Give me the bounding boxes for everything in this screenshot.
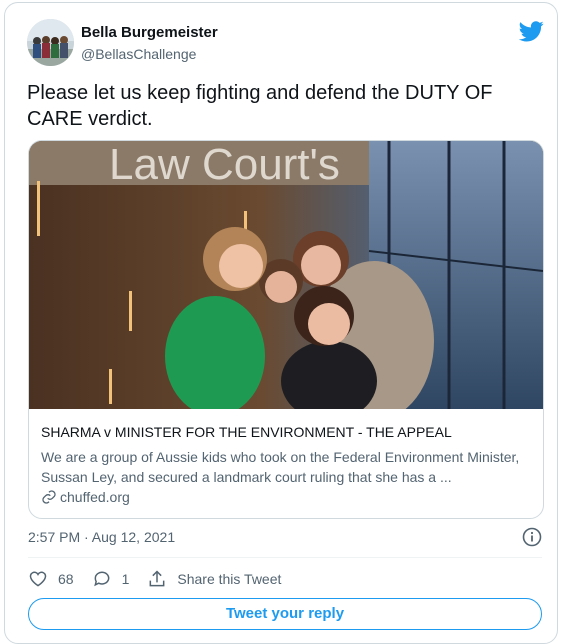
link-domain-text: chuffed.org (60, 489, 130, 505)
tweet-card: Bella Burgemeister @BellasChallenge Plea… (4, 2, 558, 644)
avatar[interactable] (27, 19, 74, 66)
link-preview-card[interactable]: Law Court's SHARMA v MINISTER FOR THE EN… (28, 140, 544, 519)
link-icon (42, 490, 56, 504)
link-title[interactable]: SHARMA v MINISTER FOR THE ENVIRONMENT - … (41, 424, 533, 440)
author-name[interactable]: Bella Burgemeister (81, 24, 218, 41)
share-icon (149, 570, 165, 587)
reply-count: 1 (121, 571, 130, 587)
share-label: Share this Tweet (177, 571, 282, 587)
like-count: 68 (58, 571, 74, 587)
like-button[interactable]: 68 (28, 569, 74, 589)
reply-button[interactable]: 1 (92, 569, 130, 589)
divider (28, 557, 542, 558)
action-bar: 68 1 Share this Tweet (28, 568, 299, 590)
link-domain[interactable]: chuffed.org (41, 489, 130, 505)
author-handle[interactable]: @BellasChallenge (81, 46, 196, 62)
tweet-your-reply-button[interactable]: Tweet your reply (28, 598, 542, 630)
heart-icon (29, 571, 47, 587)
timestamp[interactable]: 2:57 PM · Aug 12, 2021 (28, 529, 175, 545)
share-button[interactable]: Share this Tweet (147, 569, 281, 589)
tweet-text: Please let us keep fighting and defend t… (27, 82, 493, 130)
link-preview-image[interactable]: Law Court's (29, 141, 543, 409)
reply-icon (93, 571, 109, 587)
link-description: We are a group of Aussie kids who took o… (41, 449, 520, 485)
twitter-bird-icon[interactable] (519, 21, 544, 42)
image-sign-text: Law Court's (109, 141, 340, 189)
info-icon[interactable] (522, 527, 542, 547)
